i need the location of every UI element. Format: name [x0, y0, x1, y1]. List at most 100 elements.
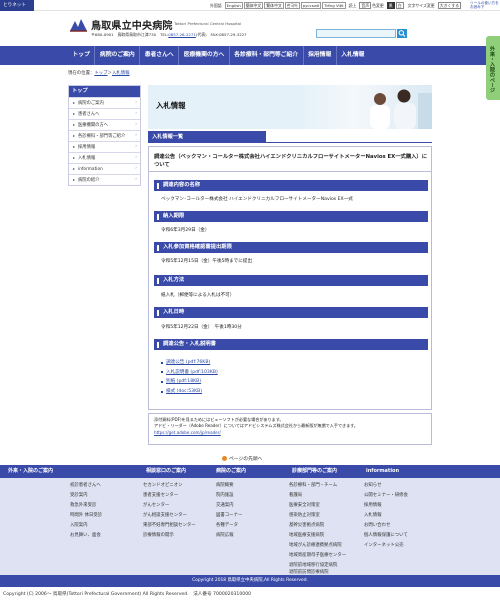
lang-english-button[interactable]: English: [224, 2, 243, 9]
torinet-link[interactable]: とりネット: [0, 0, 34, 11]
site-search-input[interactable]: [316, 29, 396, 38]
footer-link[interactable]: 地域周産期母子医療センター: [289, 552, 346, 558]
footer-link[interactable]: お知らせ: [364, 482, 381, 488]
footer-link[interactable]: 退院前地域移行協定病院: [289, 562, 337, 568]
color-black-button[interactable]: 黒: [386, 2, 395, 9]
footer-link[interactable]: 個人情報保護について: [364, 532, 408, 538]
nav-recruitment[interactable]: 採用情報: [304, 46, 337, 65]
footer-link[interactable]: 時間外 休日受診: [70, 512, 102, 518]
footer-link[interactable]: 診療情報の開示: [143, 532, 174, 538]
footer-link[interactable]: 入院案内: [70, 522, 88, 528]
voice-button[interactable]: 音声: [359, 2, 372, 9]
footer-col-departments-head[interactable]: 診療部門等のご案内: [284, 465, 358, 478]
outpatient-page-tab[interactable]: 外来・入院のページ: [486, 36, 500, 100]
footer-link[interactable]: 図書コーナー: [216, 512, 242, 518]
bidding-date-heading: 入札日時: [154, 307, 428, 318]
back-to-top-label: ページの先頭へ: [229, 457, 263, 462]
footer-col-hospital-head[interactable]: 病院のご案内: [208, 465, 284, 478]
hospital-name[interactable]: 鳥取県立中央病院: [91, 17, 173, 32]
footer-link[interactable]: 院内施設: [216, 492, 234, 498]
nav-for-medical-institutions[interactable]: 医療機関の方へ: [179, 46, 230, 65]
footer-link[interactable]: 看護局: [289, 492, 302, 498]
tool-help-link[interactable]: ツールの使い方をお読み下: [470, 1, 500, 10]
hospital-name-english: Tottori Prefectural Central Hospital: [174, 21, 242, 26]
footer-link[interactable]: 初診患者さんへ: [70, 482, 101, 488]
sidebar-item-recruitment[interactable]: 採用情報: [69, 141, 140, 152]
footer-link[interactable]: 各種データ: [216, 522, 238, 528]
search-button[interactable]: [397, 29, 407, 38]
doc-link-attachment-pdf[interactable]: 別紙 (pdf:18KB): [161, 377, 218, 387]
lang-vietnamese-button[interactable]: Tiếng Việt: [322, 2, 346, 9]
sidebar-item-hospital-guide[interactable]: 病院のご案内: [69, 97, 140, 108]
sidebar-item-medical-institutions[interactable]: 医療機関の方へ: [69, 119, 140, 130]
section-divider: [148, 142, 432, 143]
footer-link[interactable]: 交通案内: [216, 502, 234, 508]
lang-traditional-chinese-button[interactable]: 繁体中文: [264, 2, 284, 9]
breadcrumb-prefix: 現在の位置：: [68, 71, 95, 76]
footer-link[interactable]: 感染防止対策室: [289, 512, 320, 518]
doc-link-explanation-pdf[interactable]: 入札説明書 (pdf:103KB): [161, 368, 218, 378]
global-navigation: トップ 病院のご案内 患者さんへ 医療機関の方へ 各診療科・部門等ご紹介 採用情…: [0, 46, 500, 65]
footer-link[interactable]: 地域がん診療連携拠点病院: [289, 542, 342, 548]
footer-link[interactable]: 東部不妊専門相談センター: [143, 522, 196, 528]
footer-link[interactable]: 救急外来受診: [70, 502, 96, 508]
lang-simplified-chinese-button[interactable]: 簡体中文: [243, 2, 264, 9]
foreign-language-label: 外国語: [210, 2, 222, 8]
doc-link-notice-pdf[interactable]: 調達公告 (pdf:76KB): [161, 358, 218, 368]
pdf-viewer-note: 添付資料(PDF)を見るためにはビューソフトが必要な場合があります。 アドビ・リ…: [148, 413, 432, 445]
outpatient-page-tab-label: 外来・入院のページ: [489, 46, 495, 93]
footer-link[interactable]: 採用情報: [364, 502, 382, 508]
sidebar-head-top[interactable]: トップ: [69, 86, 140, 97]
local-navigation: トップ 病院のご案内 患者さんへ 医療機関の方へ 各診療科・部門等ご紹介 採用情…: [68, 85, 141, 186]
lang-russian-button[interactable]: русский: [300, 2, 322, 9]
nav-top[interactable]: トップ: [68, 46, 96, 65]
document-list: 調達公告 (pdf:76KB) 入札説明書 (pdf:103KB) 別紙 (pd…: [161, 358, 218, 396]
footer-link[interactable]: セカンドオピニオン: [143, 482, 183, 488]
footer-col-consult-head[interactable]: 相談窓口のご案内: [138, 465, 208, 478]
doc-link-form-doc[interactable]: 様式 (doc:53KB): [161, 387, 218, 397]
nav-hospital-guide[interactable]: 病院のご案内: [95, 46, 141, 65]
footer-link[interactable]: お見舞い、面会: [70, 532, 101, 538]
sidebar-item-information[interactable]: information: [69, 163, 140, 174]
footer-link[interactable]: 各診療科・部門・チーム: [289, 482, 337, 488]
footer-link[interactable]: がん相談支援センター: [143, 512, 187, 518]
nav-departments[interactable]: 各診療科・部門等ご紹介: [230, 46, 304, 65]
footer-link[interactable]: お問い合わせ: [364, 522, 390, 528]
sidebar-item-bidding[interactable]: 入札情報: [69, 152, 140, 163]
sidebar-item-departments[interactable]: 各診療科・部門等ご紹介: [69, 130, 140, 141]
site-copyright: Copyright 2018 鳥取県立中央病院,All Rights Reser…: [0, 575, 500, 587]
footer-link[interactable]: 受診案内: [70, 492, 88, 498]
footer-link[interactable]: 地域医療支援病院: [289, 532, 324, 538]
footer-link[interactable]: がんセンター: [143, 502, 169, 508]
hospital-address: 〒680-0901 鳥取県鳥取市江津730 TEL:0857-26-2271(代…: [91, 32, 247, 38]
color-white-button[interactable]: 白: [395, 2, 404, 9]
hospital-logo-icon: [68, 17, 89, 34]
footer-col-information-head[interactable]: information: [358, 465, 500, 478]
adobe-reader-link[interactable]: https://get.adobe.com/jp/reader/: [154, 430, 426, 436]
search-icon: [398, 30, 406, 37]
sidebar-item-hospital-intro[interactable]: 病院の紹介: [69, 174, 140, 185]
bidding-method-heading: 入札方法: [154, 275, 428, 286]
back-to-top-link[interactable]: ページの先頭へ: [222, 455, 262, 462]
page-hero: 入札情報: [148, 85, 432, 129]
phone-link[interactable]: 0857-26-2271: [168, 32, 196, 37]
footer-link[interactable]: 基幹災害拠点病院: [289, 522, 324, 528]
eligibility-deadline-text: 令和5年12月15日（金）午後5時までに提出: [161, 259, 253, 264]
footer-link[interactable]: 入札情報: [364, 512, 382, 518]
footer-col-outpatient-head[interactable]: 外来・入院のご案内: [0, 465, 138, 478]
procurement-name-text: ベックマン･コールター株式会社 ハイエンドクリニカルフローサイトメーターNavi…: [161, 197, 353, 202]
sidebar-item-patients[interactable]: 患者さんへ: [69, 108, 140, 119]
footer-link[interactable]: 医療安全対策室: [289, 502, 320, 508]
breadcrumb-top-link[interactable]: トップ: [94, 71, 107, 76]
text-size-large-button[interactable]: 大きくする: [437, 2, 462, 9]
footer-link[interactable]: 病院広報: [216, 532, 234, 538]
footer-link[interactable]: 患者支援センター: [143, 492, 178, 498]
procurement-name-heading: 調達内容の名称: [154, 180, 428, 191]
footer-link[interactable]: インターネット公売: [364, 542, 404, 548]
footer-link[interactable]: 公開セミナー・研修会: [364, 492, 408, 498]
breadcrumb-current[interactable]: 入札情報: [112, 71, 130, 76]
nav-for-patients[interactable]: 患者さんへ: [140, 46, 180, 65]
lang-korean-button[interactable]: 한국어: [284, 2, 300, 9]
nav-bidding[interactable]: 入札情報: [337, 46, 369, 65]
footer-link[interactable]: 病院概要: [216, 482, 234, 488]
